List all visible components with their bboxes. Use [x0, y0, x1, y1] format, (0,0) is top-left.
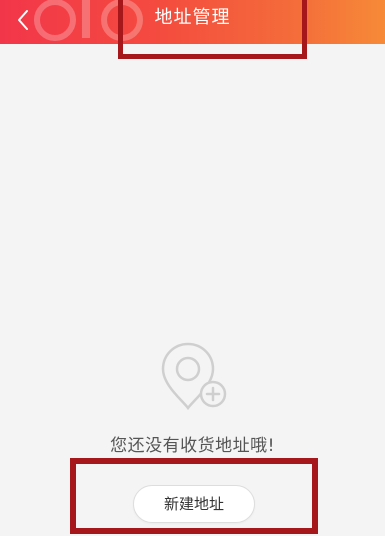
new-address-button[interactable]: 新建地址	[133, 485, 255, 523]
empty-state-message: 您还没有收货地址哦!	[110, 436, 275, 456]
header-bar: 地址管理	[0, 0, 385, 44]
location-pin-add-icon	[161, 342, 227, 411]
page-title: 地址管理	[154, 7, 231, 28]
address-management-page: 地址管理 您还没有收货地址哦! 新建地址	[0, 0, 385, 536]
